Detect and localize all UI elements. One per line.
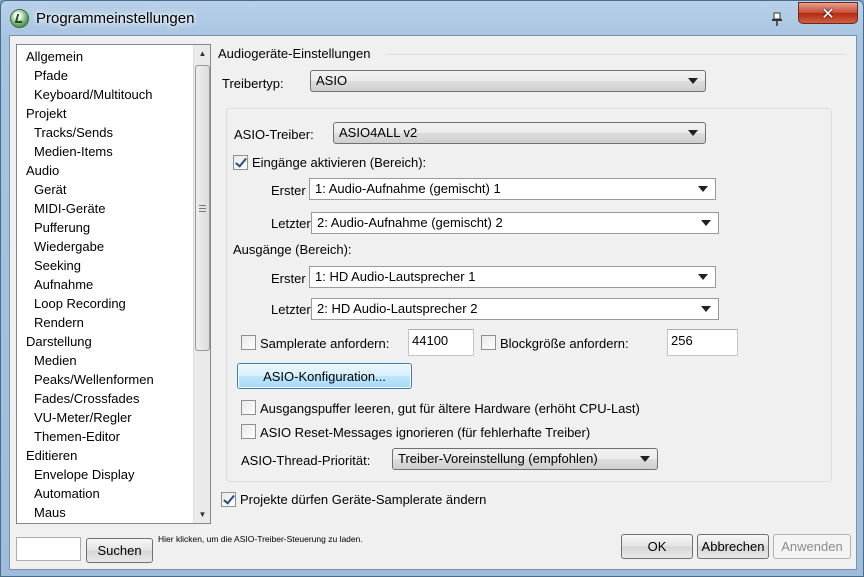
thread-priority-select[interactable]: Treiber-Voreinstellung (empfohlen) — [392, 448, 658, 470]
chevron-down-icon — [688, 78, 698, 84]
tree-item[interactable]: Tracks/Sends — [17, 123, 189, 142]
tree-item[interactable]: Themen-Editor — [17, 427, 189, 446]
tree-item[interactable]: Darstellung — [17, 332, 189, 351]
thread-priority-value: Treiber-Voreinstellung (empfohlen) — [398, 451, 598, 466]
tree-item[interactable]: Aufnahme — [17, 275, 189, 294]
asio-driver-label: ASIO-Treiber: — [234, 127, 314, 142]
tree-item[interactable]: Medien-Items — [17, 142, 189, 161]
tree-item[interactable]: Audio — [17, 161, 189, 180]
tree-item[interactable]: Pfade — [17, 66, 189, 85]
asio-driver-select[interactable]: ASIO4ALL v2 — [333, 122, 706, 144]
tree-item[interactable]: Fades/Crossfades — [17, 389, 189, 408]
chevron-down-icon — [701, 306, 711, 312]
tree-item[interactable]: Maus — [17, 503, 189, 522]
scroll-down-icon[interactable]: ▼ — [194, 506, 210, 523]
reaper-app-icon — [10, 9, 29, 28]
chevron-down-icon — [640, 456, 650, 462]
output-first-select[interactable]: 1: HD Audio-Lautsprecher 1 — [309, 266, 716, 288]
group-divider — [386, 54, 846, 55]
settings-tree[interactable]: Allgemein Pfade Keyboard/Multitouch Projekt… — [16, 44, 211, 524]
inputs-enable-checkbox[interactable] — [233, 155, 248, 170]
grip-icon — [199, 204, 206, 212]
reset-messages-label: ASIO Reset-Messages ignorieren (für fehl… — [260, 425, 591, 440]
tree-item[interactable]: Automation — [17, 484, 189, 503]
title-bar[interactable]: Programmeinstellungen ✕ — [1, 1, 863, 35]
scroll-up-icon[interactable]: ▲ — [194, 45, 210, 62]
tree-items: Allgemein Pfade Keyboard/Multitouch Projekt… — [17, 47, 189, 522]
tree-item[interactable]: Editieren — [17, 446, 189, 465]
window-title: Programmeinstellungen — [36, 10, 195, 27]
input-last-select[interactable]: 2: Audio-Aufnahme (gemischt) 2 — [311, 212, 719, 234]
driver-type-label: Treibertyp: — [222, 76, 284, 91]
asio-config-button[interactable]: ASIO-Konfiguration... — [237, 363, 412, 389]
tree-item[interactable]: Projekt — [17, 104, 189, 123]
ok-button[interactable]: OK — [621, 534, 693, 559]
chevron-down-icon — [701, 220, 711, 226]
search-button[interactable]: Suchen — [86, 538, 153, 563]
tree-item[interactable]: Gerät — [17, 180, 189, 199]
tree-item[interactable]: Envelope Display — [17, 465, 189, 484]
apply-button[interactable]: Anwenden — [773, 534, 851, 559]
input-last-value: 2: Audio-Aufnahme (gemischt) 2 — [317, 215, 503, 230]
thread-priority-label: ASIO-Thread-Priorität: — [241, 453, 371, 468]
input-first-label: Erster — [271, 183, 306, 198]
tree-item[interactable]: Seeking — [17, 256, 189, 275]
settings-window: Programmeinstellungen ✕ Allgemein Pfade Ke… — [0, 0, 864, 577]
output-last-label: Letzter — [271, 302, 311, 317]
blocksize-input[interactable]: 256 — [667, 329, 738, 356]
flush-buffer-checkbox[interactable] — [241, 400, 256, 415]
tree-item[interactable]: Rendern — [17, 313, 189, 332]
tree-item[interactable]: Peaks/Wellenformen — [17, 370, 189, 389]
close-icon: ✕ — [821, 3, 835, 23]
tree-item[interactable]: Allgemein — [17, 47, 189, 66]
blocksize-label: Blockgröße anfordern: — [500, 336, 629, 351]
scroll-thumb[interactable] — [195, 65, 210, 351]
project-samplerate-label: Projekte dürfen Geräte-Samplerate ändern — [240, 492, 487, 507]
driver-type-value: ASIO — [316, 73, 348, 88]
tree-item[interactable]: Loop Recording — [17, 294, 189, 313]
tree-item[interactable]: Medien — [17, 351, 189, 370]
dialog-client-area: Allgemein Pfade Keyboard/Multitouch Projekt… — [9, 35, 857, 570]
close-button[interactable]: ✕ — [798, 2, 858, 24]
reset-messages-checkbox[interactable] — [241, 424, 256, 439]
chevron-down-icon — [698, 274, 708, 280]
hint-text: Hier klicken, um die ASIO-Treiber-Steuer… — [158, 534, 363, 544]
flush-buffer-label: Ausgangspuffer leeren, gut für ältere Ha… — [260, 401, 640, 416]
output-last-select[interactable]: 2: HD Audio-Lautsprecher 2 — [311, 298, 719, 320]
driver-type-select[interactable]: ASIO — [310, 70, 706, 92]
samplerate-label: Samplerate anfordern: — [260, 336, 390, 351]
tree-item[interactable]: VU-Meter/Regler — [17, 408, 189, 427]
project-samplerate-checkbox[interactable] — [221, 492, 236, 507]
input-first-value: 1: Audio-Aufnahme (gemischt) 1 — [315, 181, 501, 196]
samplerate-input[interactable]: 44100 — [408, 329, 474, 356]
tree-item[interactable]: MIDI-Geräte — [17, 199, 189, 218]
cancel-button[interactable]: Abbrechen — [697, 534, 769, 559]
inputs-enable-label: Eingänge aktivieren (Bereich): — [252, 155, 427, 170]
tree-scrollbar[interactable]: ▲ ▼ — [193, 45, 210, 523]
tree-item[interactable]: Keyboard/Multitouch — [17, 85, 189, 104]
output-first-value: 1: HD Audio-Lautsprecher 1 — [315, 269, 476, 284]
chevron-down-icon — [688, 130, 698, 136]
blocksize-checkbox[interactable] — [481, 335, 496, 350]
input-last-label: Letzter — [271, 216, 311, 231]
output-last-value: 2: HD Audio-Lautsprecher 2 — [317, 301, 478, 316]
outputs-label: Ausgänge (Bereich): — [233, 242, 352, 257]
pin-icon[interactable] — [769, 11, 785, 27]
samplerate-checkbox[interactable] — [241, 335, 256, 350]
tree-item[interactable]: Pufferung — [17, 218, 189, 237]
input-first-select[interactable]: 1: Audio-Aufnahme (gemischt) 1 — [309, 178, 716, 200]
output-first-label: Erster — [271, 271, 306, 286]
search-input[interactable] — [16, 537, 81, 561]
asio-driver-value: ASIO4ALL v2 — [339, 125, 418, 140]
chevron-down-icon — [698, 186, 708, 192]
audio-group-title: Audiogeräte-Einstellungen — [218, 46, 371, 61]
tree-item[interactable]: Wiedergabe — [17, 237, 189, 256]
